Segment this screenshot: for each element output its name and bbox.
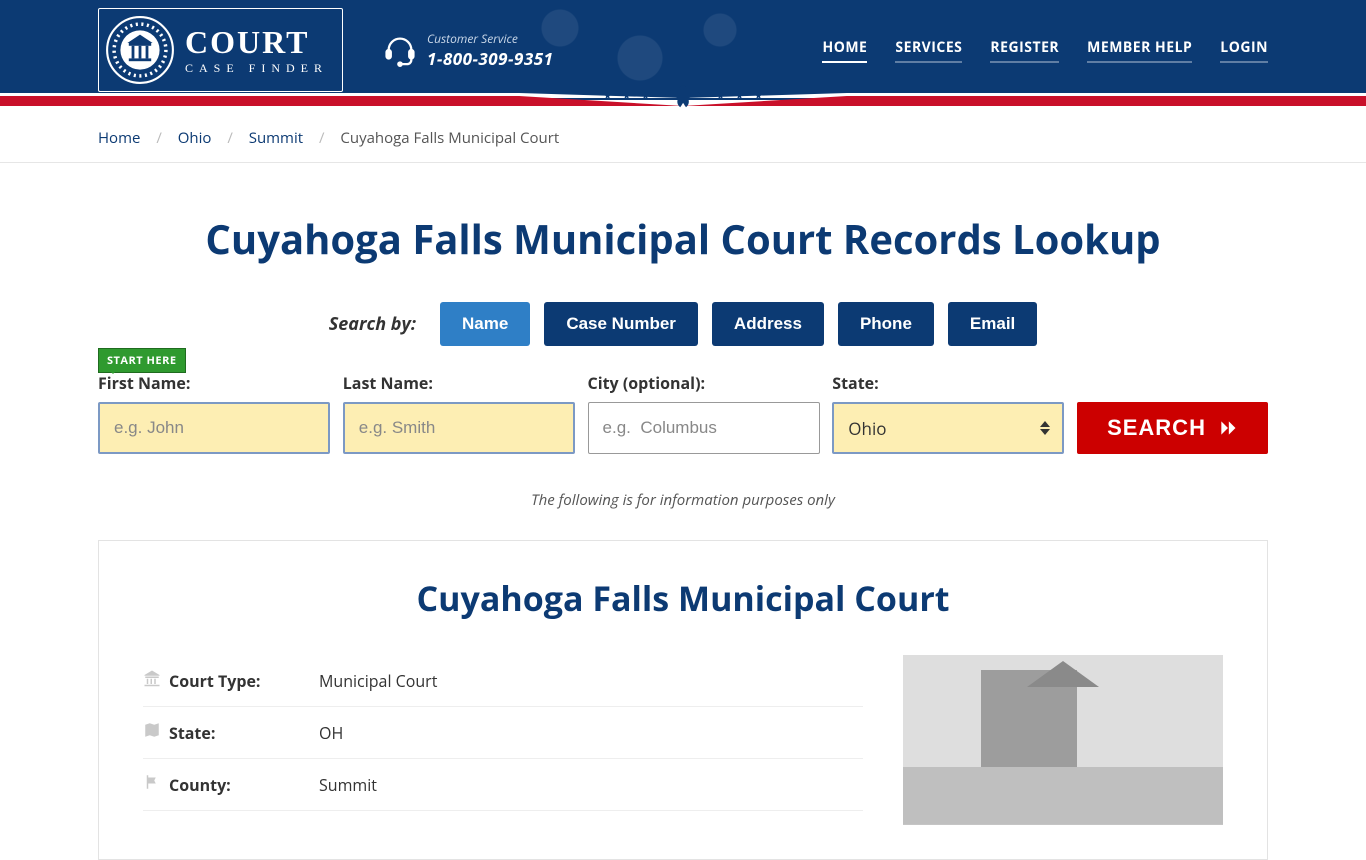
main-nav: HOME SERVICES REGISTER MEMBER HELP LOGIN [822,38,1268,63]
customer-service-label: Customer Service [427,30,553,47]
customer-service-phone: 1-800-309-9351 [427,47,553,70]
nav-member-help[interactable]: MEMBER HELP [1087,38,1192,63]
breadcrumb-home[interactable]: Home [98,128,140,148]
search-by-label: Search by: [329,312,416,336]
breadcrumb-current: Cuyahoga Falls Municipal Court [340,128,559,148]
header-ribbon: ★★★ ★★★ [0,100,1366,114]
chevron-double-right-icon [1218,418,1238,438]
nav-home[interactable]: HOME [822,38,867,63]
info-row-state: State: OH [143,707,863,759]
info-row-court-type: Court Type: Municipal Court [143,655,863,707]
court-info-card: Cuyahoga Falls Municipal Court Court Typ… [98,540,1268,860]
last-name-label: Last Name: [343,372,576,394]
tab-address[interactable]: Address [712,302,824,346]
logo-text-main: COURT [185,26,328,58]
tab-email[interactable]: Email [948,302,1037,346]
court-photo [903,655,1223,825]
state-label: State: [832,372,1065,394]
court-title: Cuyahoga Falls Municipal Court [143,575,1223,621]
first-name-label: First Name: [98,372,331,394]
info-row-county: County: Summit [143,759,863,811]
eagle-icon [660,80,706,110]
field-first-name: START HERE First Name: [98,372,331,454]
tab-phone[interactable]: Phone [838,302,934,346]
logo-seal-icon [105,15,175,85]
court-type-value: Municipal Court [319,670,437,692]
county-label: County: [169,774,319,796]
last-name-input[interactable] [343,402,575,454]
breadcrumb-bar: Home / Ohio / Summit / Cuyahoga Falls Mu… [0,114,1366,163]
breadcrumb-state[interactable]: Ohio [178,128,212,148]
nav-register[interactable]: REGISTER [990,38,1059,63]
county-value: Summit [319,774,377,796]
city-input[interactable] [588,402,820,454]
first-name-input[interactable] [98,402,330,454]
court-info-list: Court Type: Municipal Court State: OH Co… [143,655,863,825]
disclaimer-text: The following is for information purpose… [98,490,1268,510]
state-select[interactable]: Ohio [832,402,1064,454]
search-button-label: SEARCH [1107,415,1206,441]
field-last-name: Last Name: [343,372,576,454]
state-select-value: Ohio [848,417,886,440]
field-state: State: Ohio [832,372,1065,454]
nav-services[interactable]: SERVICES [895,38,962,63]
courthouse-icon [143,669,169,692]
city-label: City (optional): [588,372,821,394]
flag-icon [143,773,169,796]
search-button[interactable]: SEARCH [1077,402,1268,454]
select-caret-icon [1040,421,1050,435]
search-form: START HERE First Name: Last Name: City (… [98,372,1268,454]
logo-text-sub: CASE FINDER [185,62,328,74]
map-icon [143,721,169,744]
headset-icon [383,33,417,67]
search-by-tabs: Search by: Name Case Number Address Phon… [98,302,1268,346]
nav-login[interactable]: LOGIN [1220,38,1268,63]
field-city: City (optional): [588,372,821,454]
tab-case-number[interactable]: Case Number [544,302,698,346]
breadcrumb-county[interactable]: Summit [249,128,303,148]
logo[interactable]: COURT CASE FINDER [98,8,343,92]
breadcrumb: Home / Ohio / Summit / Cuyahoga Falls Mu… [98,114,1268,162]
state-info-label: State: [169,722,319,744]
court-type-label: Court Type: [169,670,319,692]
state-info-value: OH [319,722,343,744]
start-here-badge: START HERE [98,348,186,373]
page-title: Cuyahoga Falls Municipal Court Records L… [98,211,1268,266]
customer-service: Customer Service 1-800-309-9351 [383,30,553,70]
tab-name[interactable]: Name [440,302,530,346]
